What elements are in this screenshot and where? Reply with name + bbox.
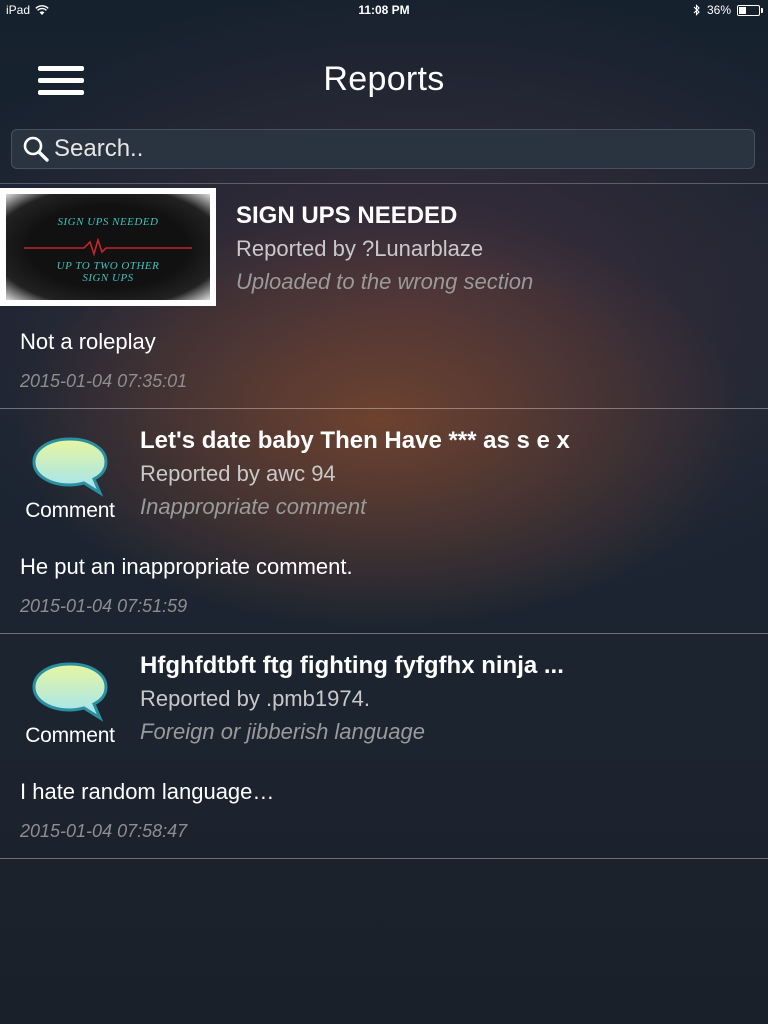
report-timestamp: 2015-01-04 07:35:01 [20, 371, 188, 391]
report-title: SIGN UPS NEEDED [236, 202, 458, 229]
thumbnail-text: UP TO TWO OTHER [56, 260, 160, 272]
search-icon [23, 136, 49, 162]
report-reason: Uploaded to the wrong section [236, 269, 534, 294]
report-description: He put an inappropriate comment. [20, 554, 353, 579]
battery-fill [739, 6, 746, 14]
search-bar[interactable] [11, 129, 755, 169]
status-bar: iPad 11:08 PM 36% [0, 0, 768, 20]
report-reason: Foreign or jibberish language [140, 719, 425, 744]
thumbnail-text: SIGN UPS NEEDED [57, 216, 159, 228]
status-right: 36% [693, 3, 763, 17]
page-title: Reports [323, 60, 445, 98]
report-timestamp: 2015-01-04 07:51:59 [20, 596, 188, 616]
reports-list: SIGN UPS NEEDED UP TO TWO OTHER SIGN UPS… [0, 183, 768, 859]
report-reason: Inappropriate comment [140, 494, 367, 519]
report-title: Hfghfdtbft ftg fighting fyfgfhx ninja ..… [140, 652, 564, 679]
thumbnail-text: SIGN UPS [82, 272, 134, 284]
nav-bar: Reports [0, 20, 768, 128]
battery-icon [737, 4, 763, 16]
report-item[interactable]: SIGN UPS NEEDED UP TO TWO OTHER SIGN UPS… [0, 184, 768, 409]
report-title: Let's date baby Then Have *** as s e x [140, 427, 570, 454]
report-item[interactable]: Comment Let's date baby Then Have *** as… [0, 409, 768, 634]
report-reporter: Reported by ?Lunarblaze [236, 236, 484, 261]
search-input[interactable] [50, 134, 754, 164]
battery-percent: 36% [706, 3, 731, 17]
comment-type-badge: Comment [18, 435, 122, 535]
bluetooth-icon [693, 4, 700, 16]
comment-type-label: Comment [25, 724, 115, 747]
comment-type-badge: Comment [18, 660, 122, 760]
heartbeat-graphic [24, 238, 192, 257]
report-thumbnail[interactable]: SIGN UPS NEEDED UP TO TWO OTHER SIGN UPS [0, 188, 216, 306]
speech-bubble-icon [32, 662, 108, 722]
status-time: 11:08 PM [358, 3, 410, 17]
report-reporter: Reported by .pmb1974. [140, 686, 370, 711]
speech-bubble-icon [32, 437, 108, 497]
thumbnail-image: SIGN UPS NEEDED UP TO TWO OTHER SIGN UPS [6, 194, 210, 300]
report-reporter: Reported by awc 94 [140, 461, 336, 486]
comment-type-label: Comment [25, 499, 115, 522]
report-description: Not a roleplay [20, 329, 156, 354]
report-timestamp: 2015-01-04 07:58:47 [20, 821, 188, 841]
report-description: I hate random language… [20, 779, 275, 804]
report-item[interactable]: Comment Hfghfdtbft ftg fighting fyfgfhx … [0, 634, 768, 859]
